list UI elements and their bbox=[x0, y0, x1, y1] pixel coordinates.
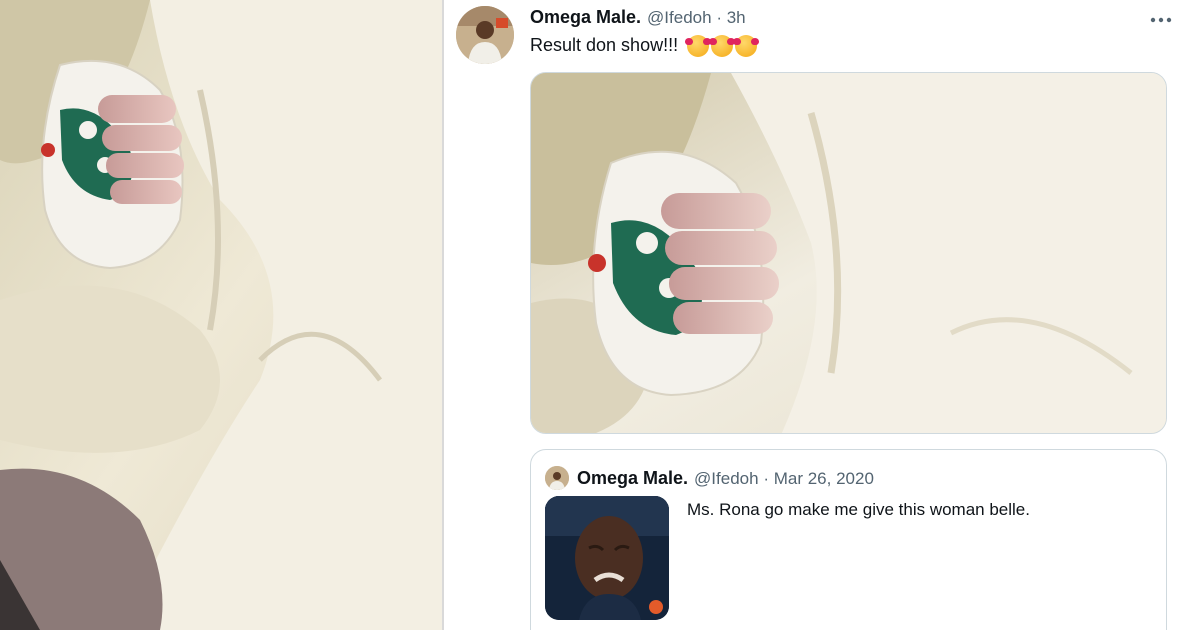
baby-hand-photo bbox=[0, 0, 442, 630]
quoted-avatar[interactable] bbox=[545, 466, 569, 490]
tweet-time[interactable]: 3h bbox=[727, 8, 746, 27]
quoted-media-thumbnail[interactable] bbox=[545, 496, 669, 620]
tweet-media[interactable] bbox=[530, 72, 1167, 434]
quoted-tweet[interactable]: Omega Male. @Ifedoh · Mar 26, 2020 Ms. R… bbox=[530, 449, 1167, 630]
emoji-group bbox=[685, 35, 760, 58]
quoted-text: Ms. Rona go make me give this woman bell… bbox=[687, 500, 1030, 519]
smiling-face-with-hearts-icon bbox=[733, 35, 760, 58]
quoted-display-name[interactable]: Omega Male. bbox=[577, 468, 688, 489]
handle[interactable]: @Ifedoh bbox=[647, 8, 712, 27]
quoted-date[interactable]: Mar 26, 2020 bbox=[774, 469, 874, 488]
quoted-header: Omega Male. @Ifedoh · Mar 26, 2020 bbox=[577, 468, 874, 489]
display-name[interactable]: Omega Male. bbox=[530, 7, 641, 28]
avatar[interactable] bbox=[456, 6, 514, 64]
tweet-card[interactable]: Omega Male. @Ifedoh · 3h Result don show… bbox=[444, 0, 1200, 630]
smiling-face-with-hearts-icon bbox=[709, 35, 736, 58]
separator-dot: · bbox=[716, 8, 722, 27]
tweet-header: Omega Male. @Ifedoh · 3h bbox=[530, 7, 746, 28]
separator-dot: · bbox=[763, 469, 769, 488]
tweet-body: Result don show!!! bbox=[530, 35, 679, 55]
featured-photo bbox=[0, 0, 442, 630]
crying-face-image bbox=[545, 496, 669, 620]
baby-hand-photo bbox=[531, 73, 1166, 433]
tweet-text: Result don show!!! bbox=[530, 35, 760, 58]
more-options-icon[interactable] bbox=[1150, 4, 1172, 30]
quoted-handle[interactable]: @Ifedoh bbox=[694, 469, 759, 488]
smiling-face-with-hearts-icon bbox=[685, 35, 712, 58]
